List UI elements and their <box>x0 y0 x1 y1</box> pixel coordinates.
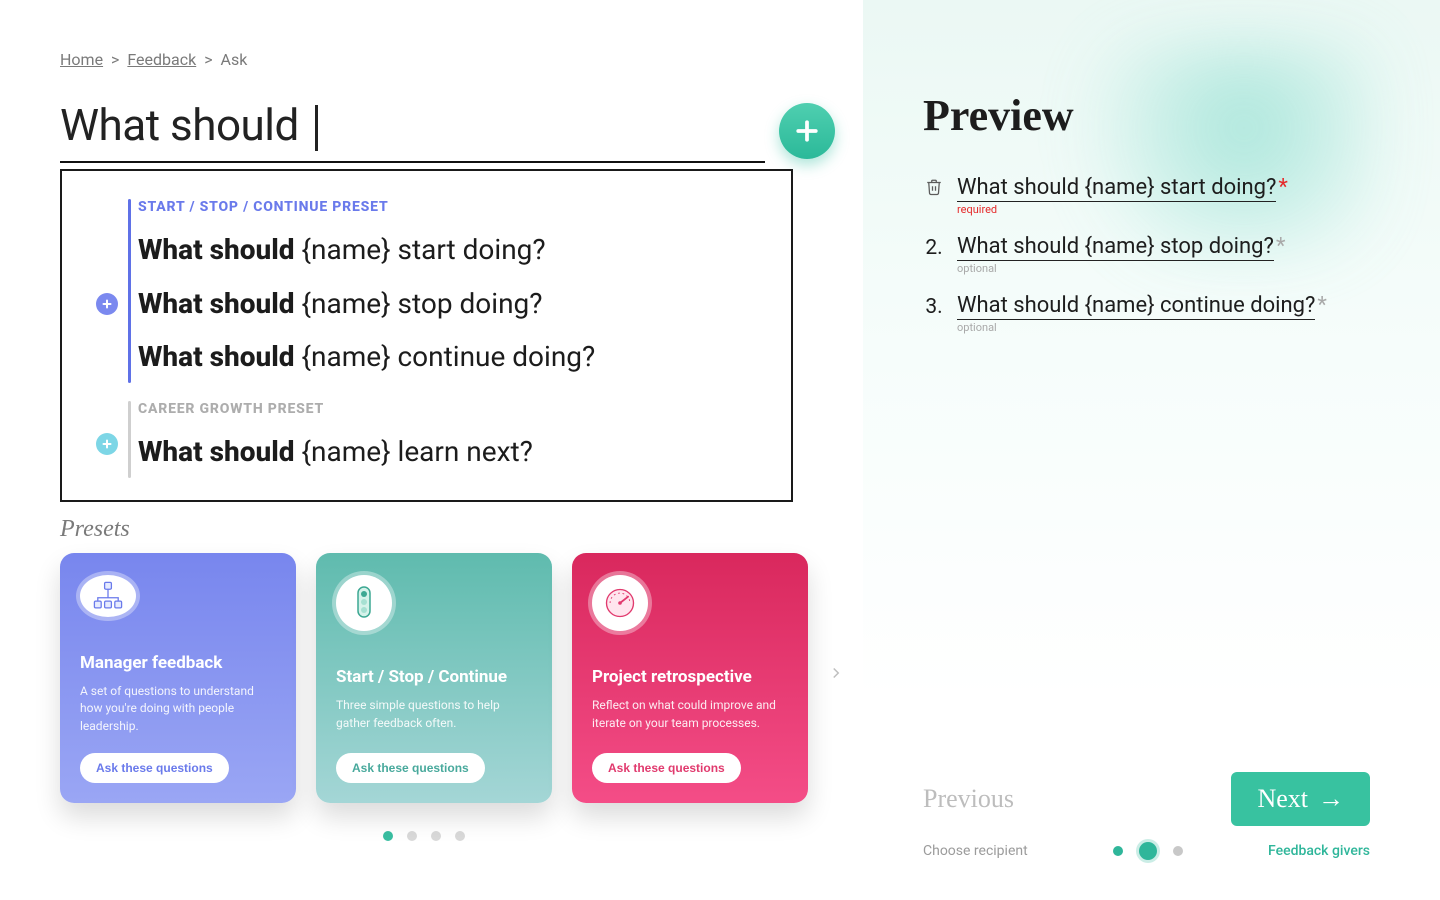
preset-card-ssc[interactable]: Start / Stop / Continue Three simple que… <box>316 553 552 803</box>
plus-icon <box>101 438 113 450</box>
preview-item-number: 3. <box>923 293 945 319</box>
plus-icon <box>792 116 822 146</box>
group-label-ssc: START / STOP / CONTINUE PRESET <box>138 199 767 215</box>
org-chart-icon <box>80 575 136 617</box>
preview-note: optional <box>957 262 1285 275</box>
progress-dot-3[interactable] <box>1173 846 1183 856</box>
carousel-dot-3[interactable] <box>431 831 441 841</box>
suggest-row-continue[interactable]: What should {name} continue doing? <box>86 330 767 383</box>
breadcrumb-home[interactable]: Home <box>60 50 103 69</box>
required-marker: * <box>1278 175 1287 200</box>
delete-item-button[interactable] <box>923 175 945 197</box>
preview-item-text[interactable]: What should {name} stop doing? <box>957 234 1274 261</box>
progress-dot-1[interactable] <box>1113 846 1123 856</box>
suggest-group-career: CAREER GROWTH PRESET What should {name} … <box>86 401 767 478</box>
card-title: Start / Stop / Continue <box>336 667 532 687</box>
card-title: Manager feedback <box>80 653 276 673</box>
group-label-career: CAREER GROWTH PRESET <box>138 401 767 417</box>
preview-title: Preview <box>923 90 1370 141</box>
preview-item-1: What should {name} start doing?* require… <box>923 175 1370 216</box>
preview-item-text[interactable]: What should {name} continue doing? <box>957 293 1315 320</box>
previous-button[interactable]: Previous <box>923 784 1014 814</box>
preview-list: What should {name} start doing?* require… <box>923 175 1370 334</box>
preset-card-retro[interactable]: Project retrospective Reflect on what co… <box>572 553 808 803</box>
preview-note: required <box>957 203 1288 216</box>
trash-icon <box>925 177 943 197</box>
main-content: Home > Feedback > Ask What should START … <box>0 0 863 900</box>
chevron-right-icon <box>827 664 845 682</box>
suggestions-dropdown: START / STOP / CONTINUE PRESET What shou… <box>60 169 793 502</box>
next-button[interactable]: Next → <box>1231 772 1370 826</box>
traffic-light-icon <box>336 575 392 631</box>
breadcrumb-feedback[interactable]: Feedback <box>127 50 196 69</box>
question-input-wrapper[interactable]: What should <box>60 99 765 163</box>
suggest-row-start[interactable]: What should {name} start doing? <box>86 223 767 276</box>
preview-item-3: 3. What should {name} continue doing?* o… <box>923 293 1370 334</box>
carousel-next-button[interactable] <box>827 663 845 688</box>
card-desc: Three simple questions to help gather fe… <box>336 697 532 735</box>
card-title: Project retrospective <box>592 667 788 687</box>
next-step-label: Feedback givers <box>1268 843 1370 859</box>
suggest-group-ssc: START / STOP / CONTINUE PRESET What shou… <box>86 199 767 383</box>
preview-note: optional <box>957 321 1327 334</box>
question-input[interactable]: What should <box>60 99 318 151</box>
progress-dots <box>1113 842 1183 860</box>
carousel-dots <box>60 831 835 841</box>
plus-icon <box>101 298 113 310</box>
preview-footer: Previous Next → Choose recipient Feedbac… <box>923 772 1370 860</box>
ask-questions-button[interactable]: Ask these questions <box>592 753 741 783</box>
ask-questions-button[interactable]: Ask these questions <box>336 753 485 783</box>
arrow-right-icon: → <box>1318 784 1344 814</box>
ask-questions-button[interactable]: Ask these questions <box>80 753 229 783</box>
preview-item-text[interactable]: What should {name} start doing? <box>957 175 1276 202</box>
preview-item-2: 2. What should {name} stop doing?* optio… <box>923 234 1370 275</box>
progress-dot-2[interactable] <box>1139 842 1157 860</box>
previous-step-label: Choose recipient <box>923 843 1028 859</box>
preview-item-number: 2. <box>923 234 945 260</box>
optional-marker: * <box>1276 234 1285 259</box>
preview-pane: Preview What should {name} start doing?*… <box>863 0 1440 900</box>
optional-marker: * <box>1317 293 1326 318</box>
breadcrumb: Home > Feedback > Ask <box>60 50 835 69</box>
presets-heading: Presets <box>60 516 835 543</box>
carousel-dot-1[interactable] <box>383 831 393 841</box>
preset-cards-row: Manager feedback A set of questions to u… <box>60 553 833 805</box>
suggest-row-stop[interactable]: What should {name} stop doing? <box>86 277 767 330</box>
card-desc: A set of questions to understand how you… <box>80 683 276 735</box>
preset-card-manager[interactable]: Manager feedback A set of questions to u… <box>60 553 296 803</box>
suggest-row-learn[interactable]: What should {name} learn next? <box>86 425 767 478</box>
gauge-icon <box>592 575 648 631</box>
add-group-career-button[interactable] <box>96 433 118 455</box>
breadcrumb-current: Ask <box>221 50 248 69</box>
add-question-button[interactable] <box>779 103 835 159</box>
carousel-dot-4[interactable] <box>455 831 465 841</box>
carousel-dot-2[interactable] <box>407 831 417 841</box>
card-desc: Reflect on what could improve and iterat… <box>592 697 788 735</box>
